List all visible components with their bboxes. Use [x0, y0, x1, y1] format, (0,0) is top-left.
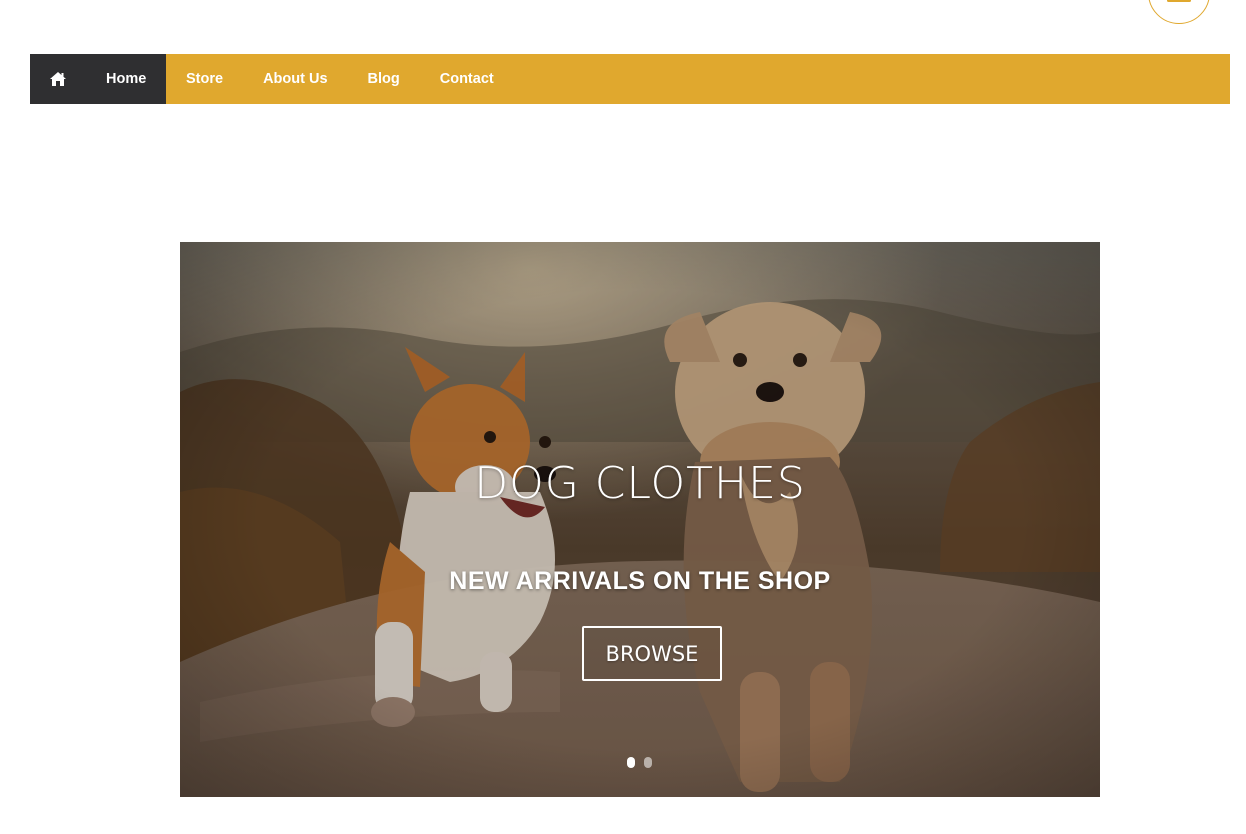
browse-button[interactable]: BROWSE	[582, 626, 722, 681]
nav-item-store[interactable]: Store	[166, 54, 243, 104]
slider-dot-2[interactable]	[644, 757, 652, 768]
nav-item-contact[interactable]: Contact	[420, 54, 514, 104]
slider-pagination	[627, 757, 652, 768]
hero-background-image	[180, 242, 1100, 797]
hero-title: DOG CLOTHES	[474, 458, 806, 509]
hero-slider: DOG CLOTHES NEW ARRIVALS ON THE SHOP BRO…	[180, 242, 1100, 797]
hero-subtitle: NEW ARRIVALS ON THE SHOP	[449, 567, 831, 595]
hamburger-menu-icon	[1167, 0, 1191, 2]
nav-item-blog[interactable]: Blog	[348, 54, 420, 104]
main-navigation: Home Store About Us Blog Contact	[30, 54, 1230, 104]
nav-home-group: Home	[30, 54, 166, 104]
nav-item-home[interactable]: Home	[86, 54, 146, 104]
menu-toggle-button[interactable]	[1148, 0, 1210, 24]
home-icon[interactable]	[30, 54, 86, 104]
nav-item-about-us[interactable]: About Us	[243, 54, 347, 104]
slider-dot-1[interactable]	[627, 757, 635, 768]
